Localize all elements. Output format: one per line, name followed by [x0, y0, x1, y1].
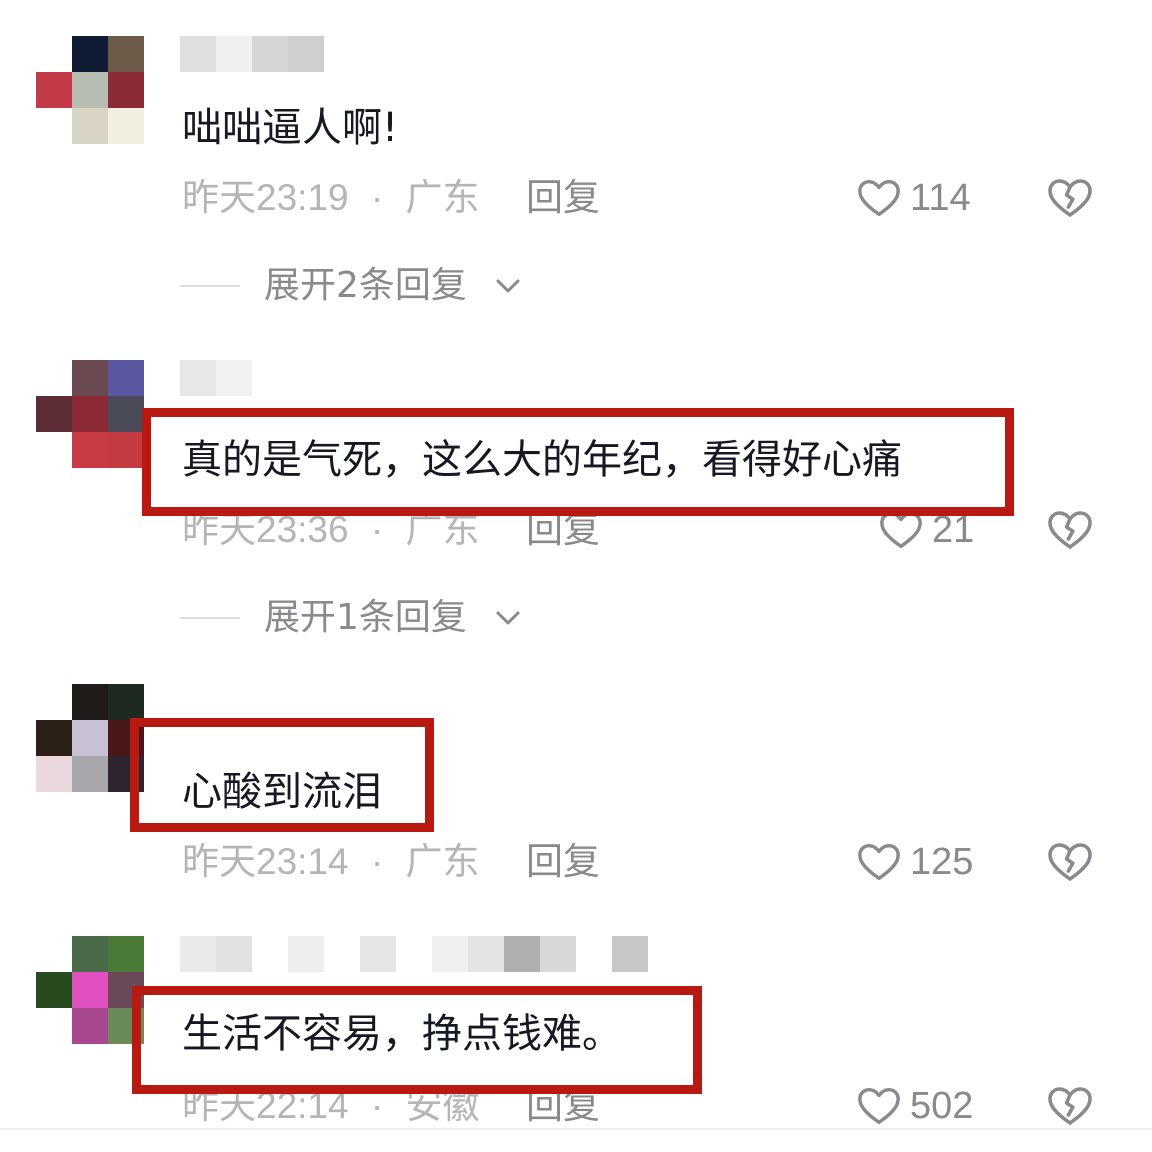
broken-heart-icon[interactable] — [1046, 1082, 1094, 1130]
broken-heart-icon[interactable] — [1046, 838, 1094, 886]
like-count: 114 — [910, 177, 971, 219]
like-button[interactable]: 502 — [856, 1082, 973, 1130]
username-redacted[interactable] — [180, 360, 252, 396]
divider-line — [0, 1128, 1152, 1130]
broken-heart-icon[interactable] — [1046, 506, 1094, 554]
expand-replies-label: 展开2条回复 — [264, 265, 467, 306]
reply-button[interactable]: 回复 — [526, 174, 600, 222]
meta-separator: · — [370, 177, 384, 218]
chevron-down-icon — [496, 611, 520, 625]
comment-meta: 昨天23:14 · 广东 — [182, 838, 479, 886]
expand-replies-button[interactable]: 展开2条回复 — [180, 262, 523, 310]
like-count: 125 — [910, 841, 974, 883]
comment-text: 咄咄逼人啊! — [182, 105, 399, 151]
comment-time: 昨天23:14 — [182, 841, 349, 882]
heart-outline-icon — [858, 843, 900, 881]
avatar[interactable] — [36, 684, 144, 792]
avatar[interactable] — [36, 36, 144, 144]
heart-outline-icon — [858, 179, 900, 217]
comment-time: 昨天23:19 — [182, 177, 349, 218]
broken-heart-icon[interactable] — [1046, 174, 1094, 222]
comment-location: 广东 — [405, 177, 480, 218]
like-button[interactable]: 114 — [856, 174, 971, 222]
divider-line — [180, 285, 240, 287]
heart-outline-icon — [858, 1087, 900, 1125]
like-button[interactable]: 125 — [856, 838, 973, 886]
avatar[interactable] — [36, 936, 144, 1044]
avatar[interactable] — [36, 360, 144, 468]
expand-replies-button[interactable]: 展开1条回复 — [180, 594, 523, 642]
chevron-down-icon — [496, 279, 520, 293]
comment-location: 广东 — [405, 841, 480, 882]
username-redacted[interactable] — [180, 936, 648, 972]
comment-meta: 昨天23:19 · 广东 — [182, 174, 479, 222]
highlight-box — [130, 718, 434, 832]
highlight-box — [142, 408, 1014, 516]
highlight-box — [132, 986, 702, 1094]
meta-separator: · — [370, 841, 384, 882]
username-redacted[interactable] — [180, 36, 324, 72]
divider-line — [180, 617, 240, 619]
like-count: 502 — [910, 1085, 974, 1127]
reply-button[interactable]: 回复 — [526, 838, 600, 886]
expand-replies-label: 展开1条回复 — [264, 597, 467, 638]
